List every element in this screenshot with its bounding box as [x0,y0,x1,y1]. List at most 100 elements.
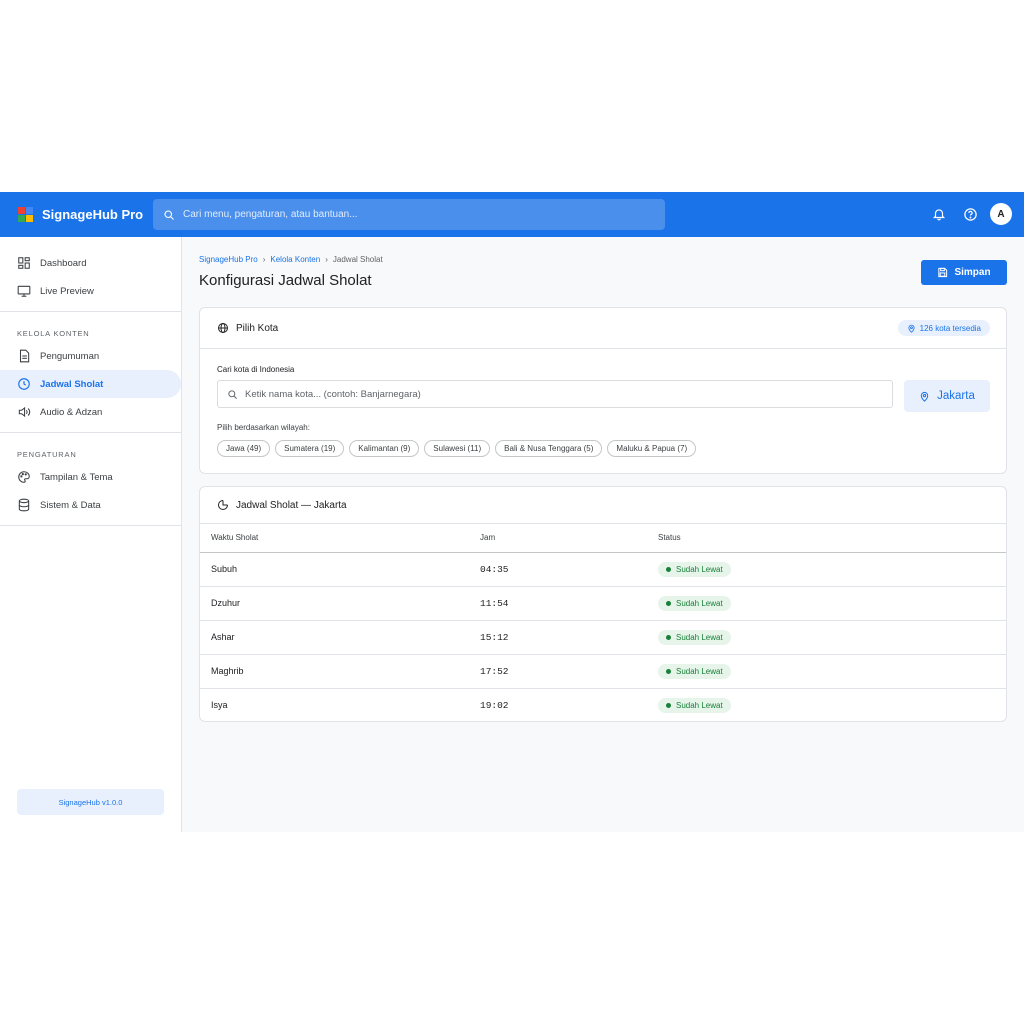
save-button[interactable]: Simpan [921,260,1007,285]
speaker-icon [18,406,31,418]
region-chip[interactable]: Jawa (49) [217,440,271,457]
palette-icon [18,471,30,483]
database-icon [18,498,30,512]
status-dot-icon [666,668,671,674]
breadcrumb-separator-icon: › [262,255,266,264]
global-search[interactable] [153,199,665,230]
region-chip[interactable]: Sulawesi (11) [424,440,491,457]
status-dot-icon [666,566,671,572]
status-text: Sudah Lewat [676,598,723,608]
brand[interactable]: SignageHub Pro [18,206,153,223]
app-window: SignageHub Pro A Dashboard Live Preview [0,192,1024,832]
city-card: Pilih Kota 126 kota tersedia Cari kota d… [199,307,1007,474]
sidebar-item-label: Sistem & Data [40,499,101,511]
prayer-name: Ashar [200,620,480,655]
table-row: Subuh 04:35 Sudah Lewat [200,552,1006,587]
sidebar-item-audio-adzan[interactable]: Audio & Adzan [0,398,181,426]
prayer-table: Waktu Sholat Jam Status Subuh 04:35 Suda… [200,524,1006,721]
global-search-input[interactable] [183,209,643,220]
schedule-card: Jadwal Sholat — Jakarta Waktu Sholat Jam… [199,486,1007,722]
table-row: Ashar 15:12 Sudah Lewat [200,620,1006,655]
sidebar-item-label: Jadwal Sholat [40,378,104,390]
region-chips: Jawa (49) Sumatera (19) Kalimantan (9) S… [217,440,701,457]
search-icon [164,209,174,220]
status-badge: Sudah Lewat [658,697,731,713]
city-search-label: Cari kota di Indonesia [217,365,295,374]
city-card-title: Pilih Kota [236,322,279,334]
card-divider [200,348,1006,349]
breadcrumb: SignageHub Pro › Kelola Konten › Jadwal … [199,255,383,264]
dashboard-icon [18,257,30,269]
column-header: Status [658,524,1006,553]
moon-icon [218,500,228,510]
status-dot-icon [666,600,671,606]
version-badge: SignageHub v1.0.0 [17,789,164,815]
sidebar-item-pengumuman[interactable]: Pengumuman [0,342,181,370]
region-chip[interactable]: Maluku & Papua (7) [607,440,697,457]
status-text: Sudah Lewat [676,632,723,642]
sidebar-item-dashboard[interactable]: Dashboard [0,249,181,277]
breadcrumb-link-kelola-konten[interactable]: Kelola Konten [270,255,320,264]
city-search-field[interactable] [217,380,893,408]
status-badge: Sudah Lewat [658,595,731,611]
sidebar-divider [0,525,181,526]
avatar[interactable]: A [990,203,1012,225]
status-badge: Sudah Lewat [658,663,731,679]
document-icon [19,349,30,363]
search-icon [228,389,237,399]
sidebar-divider [0,432,181,433]
status-badge: Sudah Lewat [658,629,731,645]
table-row: Maghrib 17:52 Sudah Lewat [200,654,1006,689]
save-icon [938,267,948,278]
prayer-time: 15:12 [480,620,658,655]
prayer-time: 11:54 [480,586,658,621]
breadcrumb-separator-icon: › [325,255,328,264]
prayer-time: 19:02 [480,699,509,711]
top-bar: SignageHub Pro A [0,192,1024,237]
selected-city-button[interactable]: Jakarta [904,380,990,412]
status-dot-icon [666,702,671,708]
clock-icon [18,378,30,390]
top-actions: A [919,203,1012,225]
region-chip[interactable]: Sumatera (19) [275,440,345,457]
schedule-card-title: Jadwal Sholat — Jakarta [236,499,347,511]
sidebar-item-label: Live Preview [40,285,94,297]
sidebar-divider [0,311,181,312]
sidebar-item-live-preview[interactable]: Live Preview [0,277,181,305]
city-search-input[interactable] [245,388,865,400]
sidebar-item-tampilan-tema[interactable]: Tampilan & Tema [0,463,181,491]
sidebar-item-label: Audio & Adzan [40,406,103,418]
globe-icon [218,323,228,333]
selected-city-label: Jakarta [937,390,975,402]
city-card-header: Pilih Kota [200,308,1006,348]
save-button-label: Simpan [954,267,991,278]
location-pin-icon [908,324,915,333]
status-text: Sudah Lewat [676,700,723,710]
status-text: Sudah Lewat [676,564,723,574]
app-name: SignageHub Pro [42,207,144,222]
table-header-row: Waktu Sholat Jam Status [200,524,1006,553]
prayer-name: Maghrib [200,654,480,689]
sidebar-item-sistem-data[interactable]: Sistem & Data [0,491,181,519]
region-chip[interactable]: Bali & Nusa Tenggara (5) [495,440,603,457]
region-chip[interactable]: Kalimantan (9) [349,440,420,457]
prayer-time: 04:35 [480,552,658,587]
sidebar-item-jadwal-sholat[interactable]: Jadwal Sholat [0,370,181,398]
sidebar-section-title: PENGATURAN [17,450,77,459]
region-label: Pilih berdasarkan wilayah: [217,423,310,432]
table-row: Isya 19:02 Sudah Lewat [200,688,1006,721]
status-badge: Sudah Lewat [658,561,731,577]
city-count-badge: 126 kota tersedia [897,320,990,336]
city-count-text: 126 kota tersedia [919,323,981,333]
sidebar-item-label: Tampilan & Tema [40,471,113,483]
breadcrumb-link-home[interactable]: SignageHub Pro [199,255,258,264]
sidebar: Dashboard Live Preview KELOLA KONTEN Pen… [0,237,182,832]
monitor-icon [17,285,31,297]
prayer-name: Dzuhur [200,586,480,621]
prayer-name: Subuh [200,552,480,587]
sidebar-section-title: KELOLA KONTEN [17,329,90,338]
notification-bell-icon[interactable] [928,203,950,225]
status-dot-icon [666,634,671,640]
column-header: Jam [480,524,658,553]
help-icon[interactable] [959,203,981,225]
